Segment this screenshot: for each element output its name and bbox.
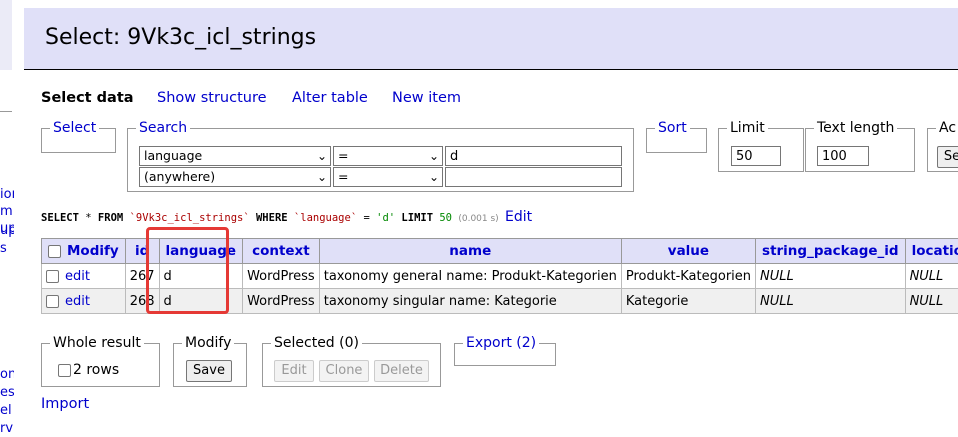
select-legend[interactable]: Select xyxy=(50,120,99,136)
sort-legend[interactable]: Sort xyxy=(655,120,690,136)
sidebar-link[interactable]: rv xyxy=(0,420,14,437)
nav-new-item[interactable]: New item xyxy=(392,90,461,106)
search-legend[interactable]: Search xyxy=(136,120,190,136)
import-link[interactable]: Import xyxy=(41,396,89,412)
whole-result-legend: Whole result xyxy=(50,335,144,351)
text-length-legend: Text length xyxy=(814,120,897,136)
column-header-location[interactable]: location xyxy=(905,239,958,264)
cell-context: WordPress xyxy=(243,264,320,289)
column-header-string-package-id[interactable]: string_package_id xyxy=(756,239,906,264)
cell-location: NULL xyxy=(905,264,958,289)
select-fieldset: Select xyxy=(41,128,116,153)
row-checkbox[interactable] xyxy=(46,295,59,308)
cell-name: taxonomy general name: Produkt-Kategorie… xyxy=(319,264,621,289)
cell-name: taxonomy singular name: Kategorie xyxy=(319,289,621,314)
search-column-select[interactable]: (anywhere)⌄ xyxy=(139,167,331,187)
sidebar-link[interactable]: m xyxy=(0,203,14,220)
search-operator-select[interactable]: =⌄ xyxy=(333,146,443,166)
cell-value: Produkt-Kategorien xyxy=(621,264,755,289)
cell-string-package-id: NULL xyxy=(756,264,906,289)
clone-button[interactable]: Clone xyxy=(319,360,369,382)
sidebar-link[interactable]: ups xyxy=(0,222,14,239)
modify-header[interactable]: Modify xyxy=(42,239,126,264)
select-all-checkbox[interactable] xyxy=(48,245,61,258)
sidebar-divider xyxy=(0,111,12,112)
selected-fieldset: Selected (0) Edit Clone Delete xyxy=(262,343,441,387)
page-title: Select: 9Vk3c_icl_strings xyxy=(45,25,316,50)
row-checkbox[interactable] xyxy=(46,270,59,283)
cell-context: WordPress xyxy=(243,289,320,314)
edit-query-link[interactable]: Edit xyxy=(505,209,532,225)
action-legend: Ac xyxy=(936,120,958,136)
limit-legend: Limit xyxy=(727,120,768,136)
sidebar-link[interactable]: s xyxy=(0,240,14,257)
highlight-box xyxy=(146,227,229,314)
delete-button[interactable]: Delete xyxy=(374,360,429,382)
sidebar-link[interactable]: ion xyxy=(0,186,14,203)
sort-fieldset: Sort xyxy=(646,128,707,153)
page-header: Select: 9Vk3c_icl_strings xyxy=(24,8,958,70)
column-header-context[interactable]: context xyxy=(243,239,320,264)
text-length-input[interactable]: 100 xyxy=(817,146,869,166)
column-header-name[interactable]: name xyxy=(319,239,621,264)
row-edit-link[interactable]: edit xyxy=(65,269,90,284)
row-modify-cell: edit xyxy=(42,264,126,289)
whole-result-checkbox[interactable] xyxy=(58,364,71,377)
action-fieldset: Ac Se xyxy=(927,128,958,172)
cell-location: NULL xyxy=(905,289,958,314)
search-operator-select[interactable]: =⌄ xyxy=(333,167,443,187)
sidebar-panel xyxy=(0,0,12,70)
modify-fieldset: Modify Save xyxy=(173,343,247,387)
rows-count: 2 rows xyxy=(58,362,119,378)
row-modify-cell: edit xyxy=(42,289,126,314)
sidebar-link[interactable]: es xyxy=(0,384,14,401)
search-fieldset: Search language⌄ =⌄ d (anywhere)⌄ =⌄ xyxy=(127,128,634,192)
limit-input[interactable]: 50 xyxy=(731,146,781,166)
column-header-value[interactable]: value xyxy=(621,239,755,264)
edit-selected-button[interactable]: Edit xyxy=(274,360,314,382)
select-submit-button[interactable]: Se xyxy=(937,146,958,168)
whole-result-fieldset: Whole result 2 rows xyxy=(41,343,160,387)
chevron-down-icon: ⌄ xyxy=(429,149,439,163)
cell-string-package-id: NULL xyxy=(756,289,906,314)
chevron-down-icon: ⌄ xyxy=(317,149,327,163)
save-button[interactable]: Save xyxy=(186,360,232,382)
chevron-down-icon: ⌄ xyxy=(429,170,439,184)
row-edit-link[interactable]: edit xyxy=(65,294,90,309)
sidebar-link[interactable]: el xyxy=(0,402,14,419)
nav-alter-table[interactable]: Alter table xyxy=(292,90,368,106)
cell-value: Kategorie xyxy=(621,289,755,314)
text-length-fieldset: Text length 100 xyxy=(805,128,915,172)
search-value-input[interactable] xyxy=(445,167,622,187)
sidebar-link[interactable]: on xyxy=(0,366,14,383)
nav-show-structure[interactable]: Show structure xyxy=(157,90,267,106)
export-fieldset: Export (2) xyxy=(454,343,556,366)
export-legend[interactable]: Export (2) xyxy=(463,335,539,351)
sql-query: SELECT * FROM `9Vk3c_icl_strings` WHERE … xyxy=(41,209,532,225)
query-time: (0.001 s) xyxy=(458,214,498,224)
nav-select-data: Select data xyxy=(41,90,134,106)
limit-fieldset: Limit 50 xyxy=(718,128,804,172)
modify-legend: Modify xyxy=(182,335,234,351)
search-value-input[interactable]: d xyxy=(445,146,622,166)
search-column-select[interactable]: language⌄ xyxy=(139,146,331,166)
chevron-down-icon: ⌄ xyxy=(317,170,327,184)
selected-legend: Selected (0) xyxy=(271,335,362,351)
